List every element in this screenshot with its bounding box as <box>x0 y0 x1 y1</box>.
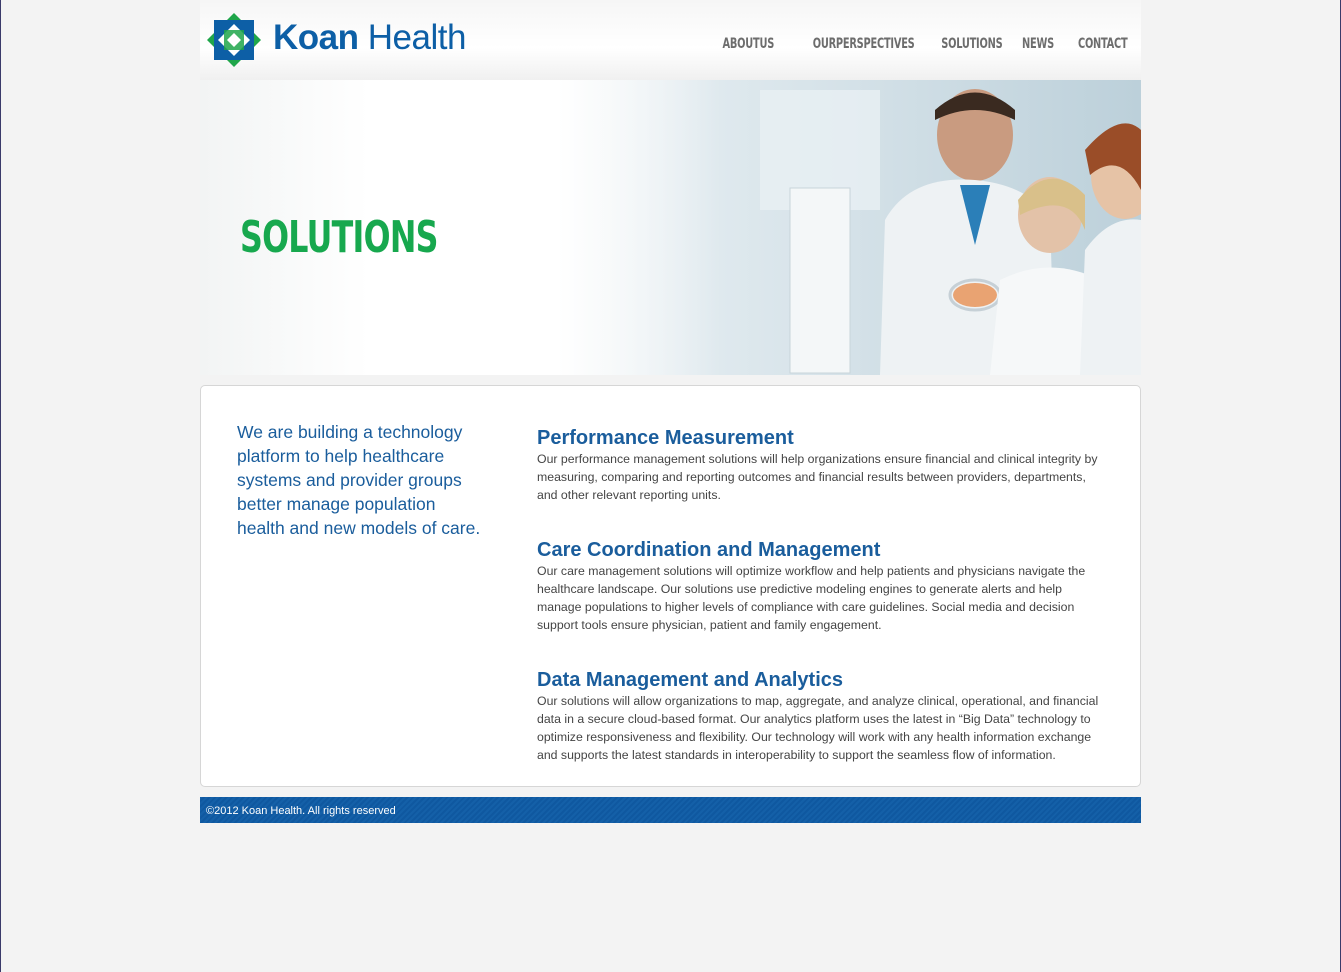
hero-banner: SOLUTIONS <box>200 80 1141 375</box>
main-nav: ABOUTUS OURPERSPECTIVES SOLUTIONS NEWS C… <box>708 36 1127 52</box>
section-data-management: Data Management and Analytics Our soluti… <box>537 668 1107 764</box>
lab-scientists-image <box>580 80 1141 375</box>
section-title: Performance Measurement <box>537 427 794 449</box>
intro-statement: We are building a technology platform to… <box>237 422 481 538</box>
section-title: Data Management and Analytics <box>537 669 844 691</box>
section-body: Our care management solutions will optim… <box>537 564 1086 632</box>
section-body: Our solutions will allow organizations t… <box>537 694 1099 762</box>
site-header: Koan Health ABOUTUS OURPERSPECTIVES SOLU… <box>200 0 1141 80</box>
nav-about-us[interactable]: ABOUTUS <box>722 36 774 52</box>
brand-name-bold: Koan <box>273 18 359 57</box>
koan-logo-icon[interactable] <box>206 12 262 68</box>
section-title: Care Coordination and Management <box>537 539 881 561</box>
nav-solutions[interactable]: SOLUTIONS <box>941 36 1002 52</box>
site-footer: ©2012 Koan Health. All rights reserved <box>200 797 1141 823</box>
section-body: Our performance management solutions wil… <box>537 452 1098 502</box>
copyright-text: ©2012 Koan Health. All rights reserved <box>206 805 396 817</box>
brand-name[interactable]: Koan Health <box>273 18 466 58</box>
content-panel: We are building a technology platform to… <box>200 385 1141 787</box>
section-performance-measurement: Performance Measurement Our performance … <box>537 426 1107 504</box>
nav-our-perspectives[interactable]: OURPERSPECTIVES <box>812 36 914 52</box>
section-care-coordination: Care Coordination and Management Our car… <box>537 538 1107 634</box>
nav-news[interactable]: NEWS <box>1022 36 1054 52</box>
brand-name-light: Health <box>367 18 467 57</box>
hero-title: SOLUTIONS <box>240 212 438 263</box>
nav-contact[interactable]: CONTACT <box>1077 36 1127 52</box>
page-wrapper: Koan Health ABOUTUS OURPERSPECTIVES SOLU… <box>200 0 1141 823</box>
